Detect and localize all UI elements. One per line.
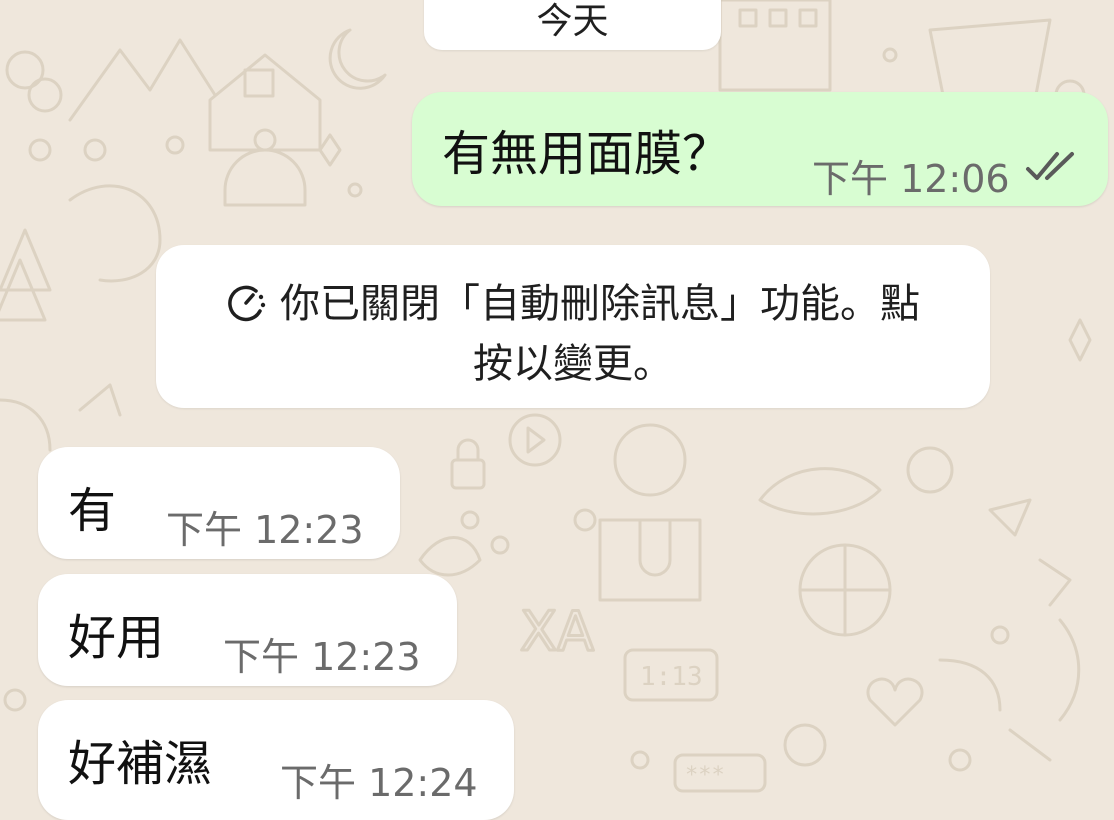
date-separator: 今天 [424,0,721,50]
notice-line-1-text: 你已關閉「自動刪除訊息」功能。點 [280,281,920,327]
svg-text:XA: XA [520,600,594,663]
incoming-message-bubble[interactable]: 好補濕 下午 12:24 [38,700,514,820]
double-check-icon [1024,150,1082,188]
message-timestamp: 下午 12:23 [223,635,421,679]
message-text: 好用 [68,610,165,666]
message-text: 有 [68,483,117,539]
incoming-message-bubble[interactable]: 好用 下午 12:23 [38,574,457,686]
incoming-message-bubble[interactable]: 有 下午 12:23 [38,447,400,559]
message-text: 有無用面膜？ [442,126,731,182]
notice-line-1: 你已關閉「自動刪除訊息」功能。點 [156,271,990,333]
message-timestamp: 下午 12:24 [280,761,478,805]
svg-text:***: *** [685,763,725,788]
outgoing-message-bubble[interactable]: 有無用面膜？ 下午 12:06 [412,92,1108,206]
disappearing-messages-notice[interactable]: 你已關閉「自動刪除訊息」功能。點 按以變更。 [156,245,990,408]
date-separator-label: 今天 [536,1,609,42]
message-timestamp: 下午 12:23 [166,508,364,552]
svg-text:1:13: 1:13 [640,662,703,692]
message-text: 好補濕 [68,736,213,792]
notice-line-2: 按以變更。 [473,341,673,387]
message-timestamp: 下午 12:06 [812,157,1010,201]
timer-icon [226,283,266,333]
